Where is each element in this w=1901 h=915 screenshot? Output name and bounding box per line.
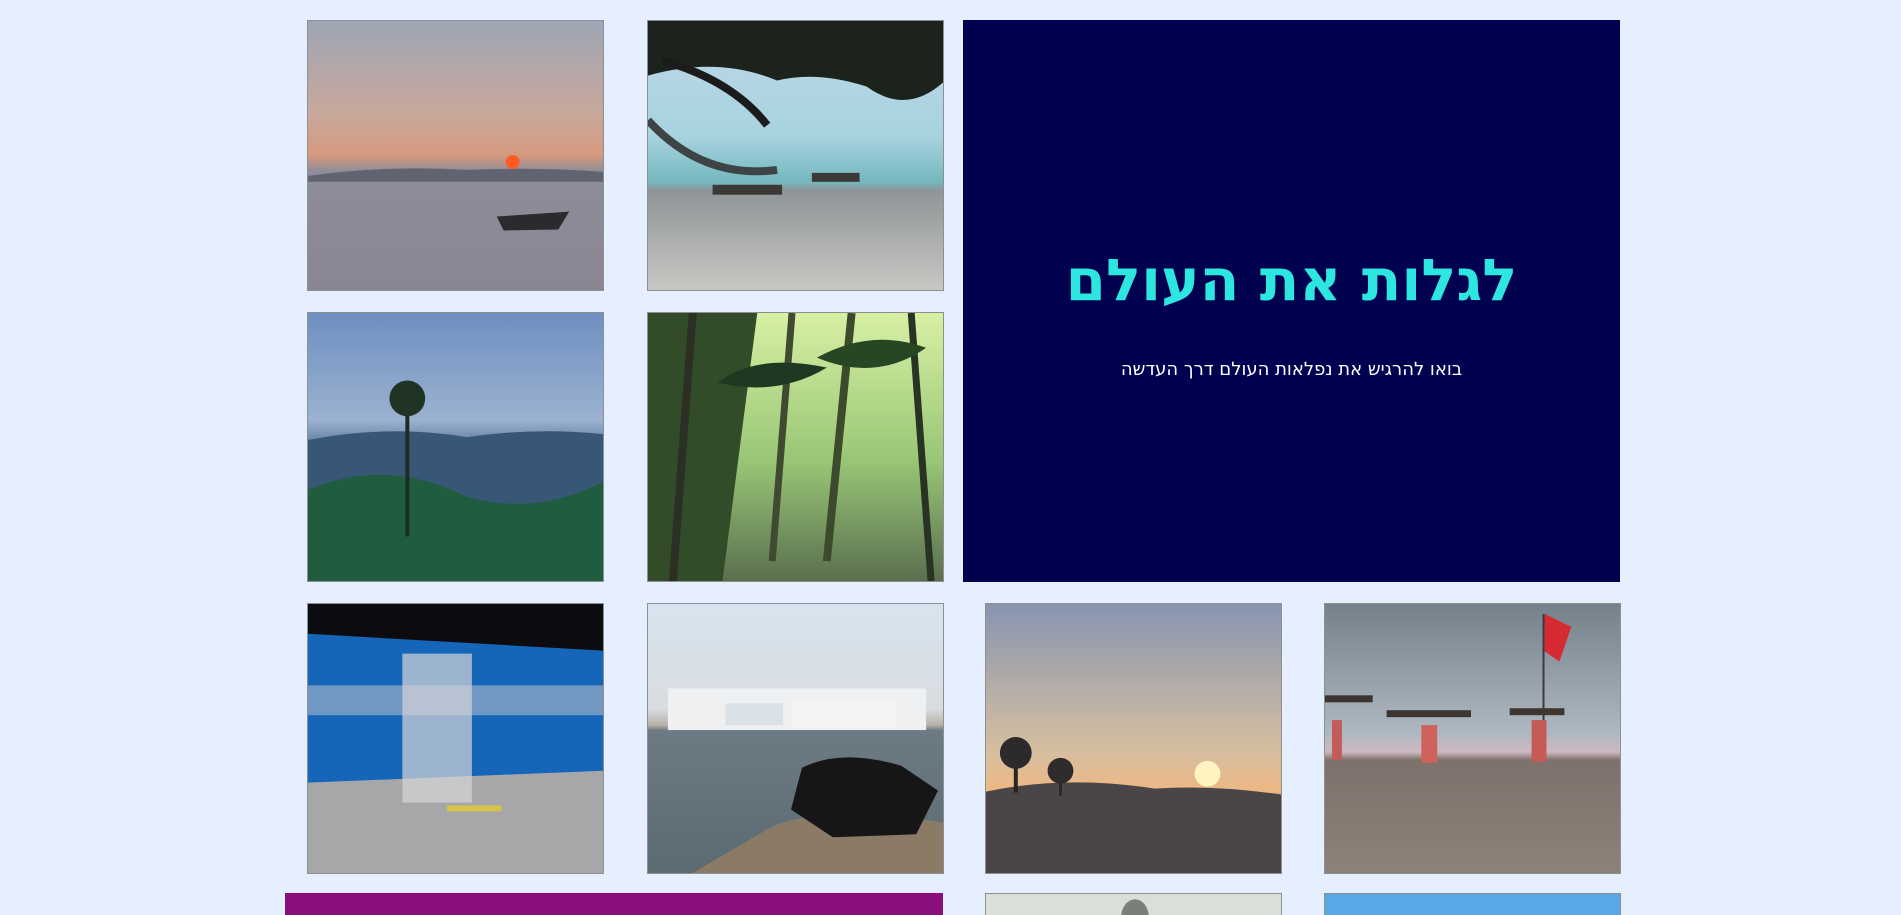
beach-people-photo[interactable] xyxy=(1324,603,1621,874)
lake-cow-photo[interactable] xyxy=(647,603,944,874)
hero-subtitle: בואו להרגיש את נפלאות העולם דרך העדשה xyxy=(1120,359,1463,380)
hero-title: לגלות את העולם xyxy=(1065,246,1518,314)
gallery-page: לגלות את העולם בואו להרגיש את נפלאות העו… xyxy=(0,0,1901,915)
beach-hammock-photo[interactable] xyxy=(647,20,944,291)
bottom-photo-left[interactable] xyxy=(985,893,1282,915)
sunset-boat-photo[interactable] xyxy=(307,20,604,291)
purple-banner-block xyxy=(285,893,943,915)
blurred-train-photo[interactable] xyxy=(307,603,604,874)
palm-forest-photo[interactable] xyxy=(647,312,944,582)
misty-mountain-photo[interactable] xyxy=(307,312,604,582)
sunset-shore-photo[interactable] xyxy=(985,603,1282,874)
bottom-photo-right[interactable] xyxy=(1324,893,1621,915)
hero-panel: לגלות את העולם בואו להרגיש את נפלאות העו… xyxy=(963,20,1620,582)
